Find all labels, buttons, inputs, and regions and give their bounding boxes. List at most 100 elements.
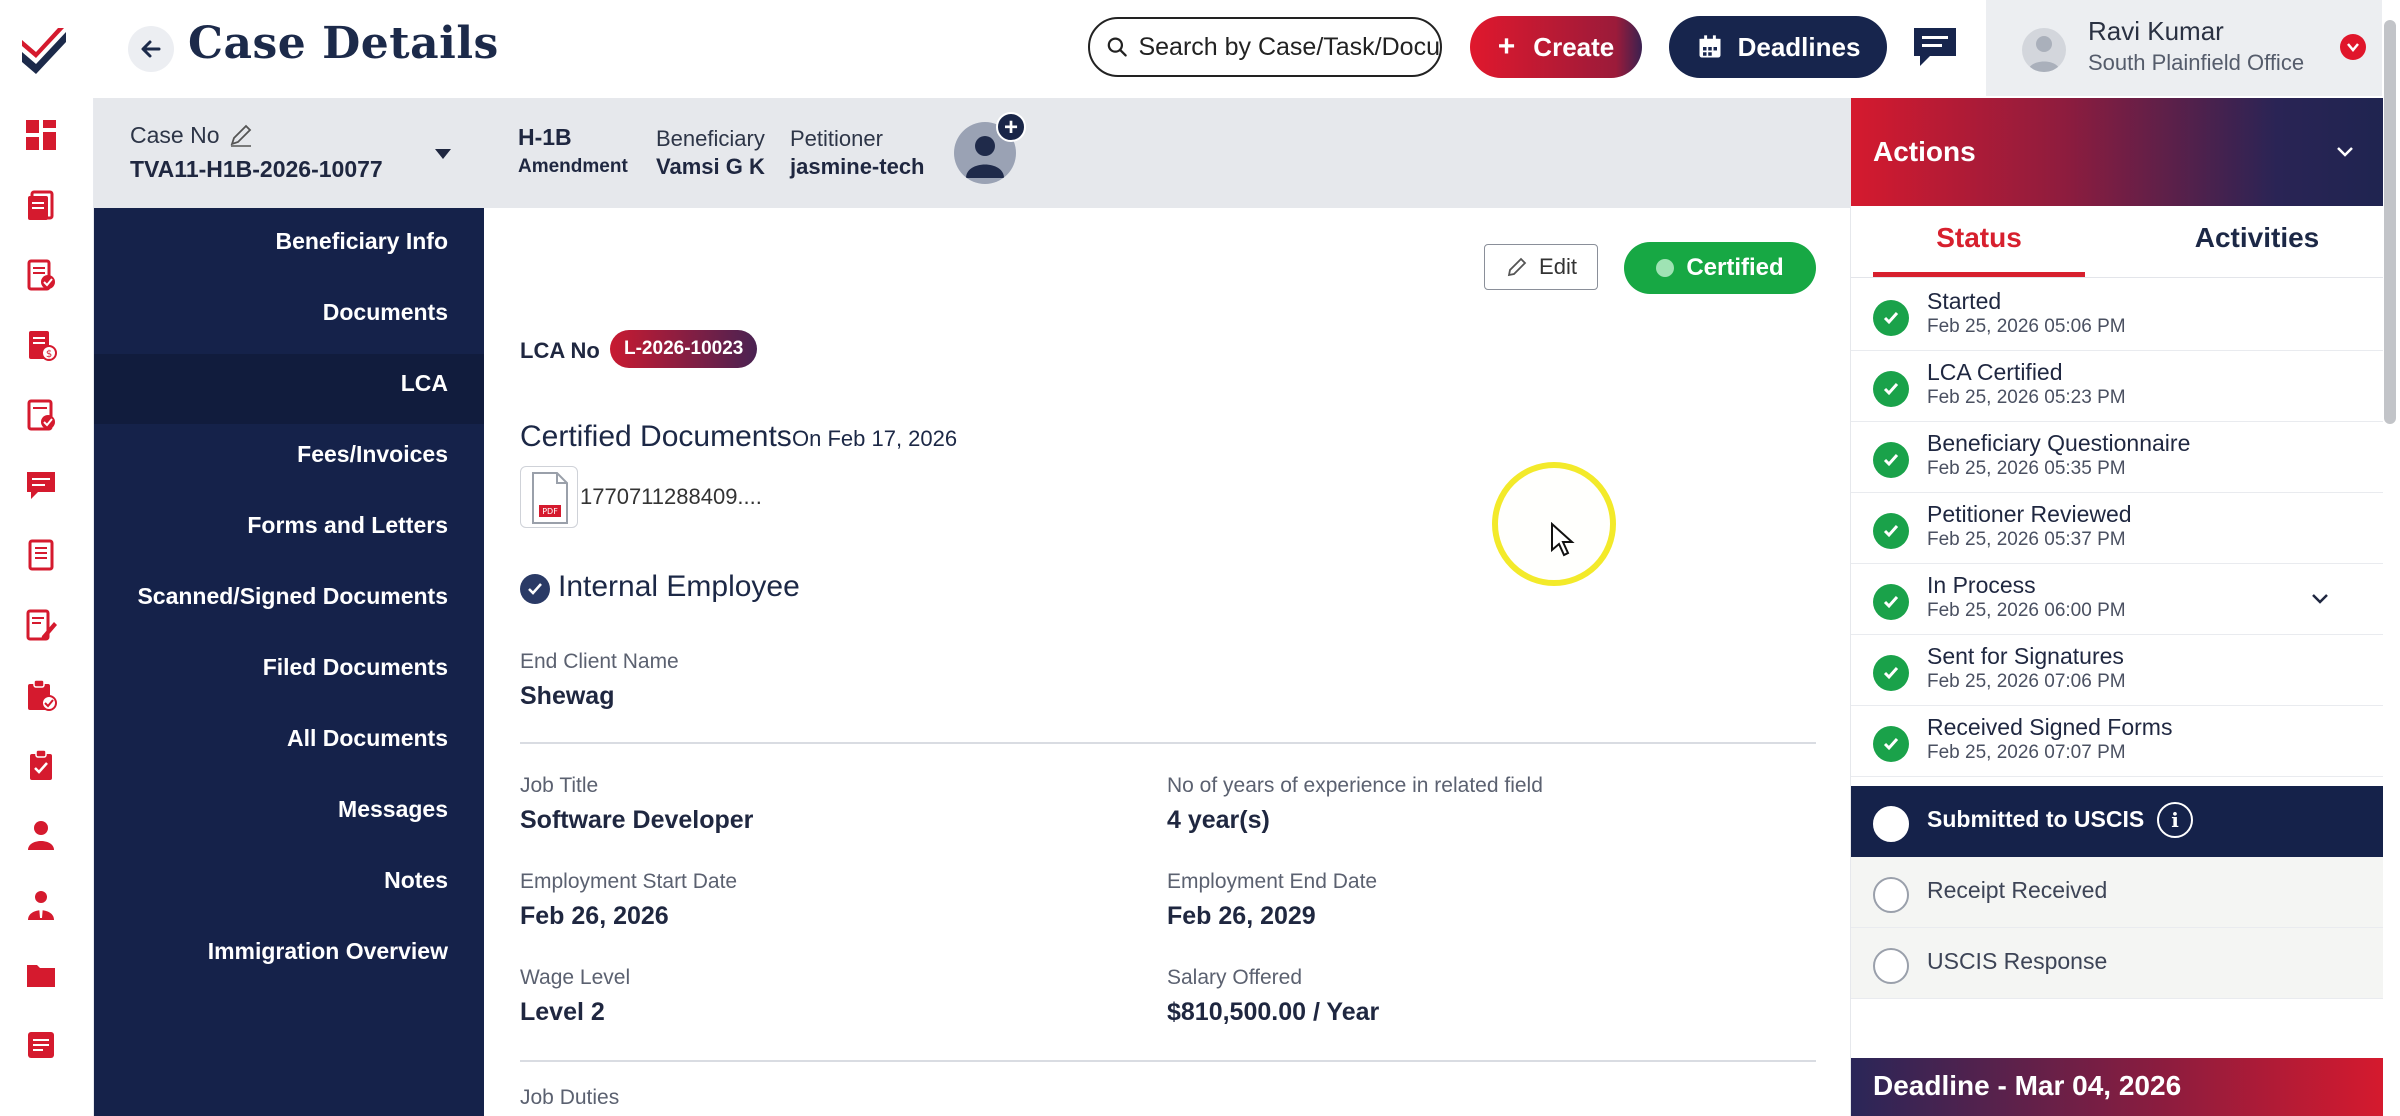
employee-icon[interactable] <box>24 888 58 922</box>
invoice-icon[interactable]: $ <box>24 328 58 362</box>
folder-icon[interactable] <box>24 958 58 992</box>
check-circle-icon <box>1873 442 1909 478</box>
caret-down-icon[interactable] <box>432 142 454 164</box>
actions-header[interactable]: Actions <box>1851 98 2383 206</box>
user-silhouette-icon <box>2028 36 2060 72</box>
add-user-button[interactable]: + <box>996 112 1026 142</box>
back-button[interactable] <box>128 26 174 72</box>
divider <box>520 1060 1816 1062</box>
visa-type: H-1B <box>518 124 572 150</box>
check-circle-icon <box>1873 655 1909 691</box>
check-circle-icon <box>520 574 550 604</box>
page-scrollbar[interactable] <box>2384 20 2396 424</box>
lca-number-chip: L-2026-10023 <box>610 330 758 368</box>
status-step[interactable]: Beneficiary Questionnaire Feb 25, 2026 0… <box>1851 422 2383 493</box>
search-input[interactable]: Search by Case/Task/Docu <box>1088 17 1442 77</box>
create-button[interactable]: + Create <box>1470 16 1642 78</box>
edit-label: Edit <box>1539 254 1577 279</box>
chevron-down-icon[interactable] <box>2331 138 2359 166</box>
status-name: Started <box>1927 288 2002 314</box>
user-icon[interactable] <box>24 818 58 852</box>
tab-activities[interactable]: Activities <box>2151 222 2363 254</box>
empty-circle-icon <box>1873 948 1909 984</box>
edit-form-icon[interactable] <box>24 608 58 642</box>
nav-item-immigration-overview[interactable]: Immigration Overview <box>208 938 448 965</box>
calendar-icon <box>1699 35 1721 58</box>
lca-panel: Edit Certified LCA No L-2026-10023 Certi… <box>484 208 1850 1116</box>
status-name: Submitted to USCIS <box>1927 806 2145 832</box>
empty-circle-icon <box>1873 877 1909 913</box>
search-icon <box>1107 37 1127 57</box>
start-date-value: Feb 26, 2026 <box>520 902 669 930</box>
status-name: USCIS Response <box>1927 948 2108 974</box>
nav-item-messages[interactable]: Messages <box>338 796 448 823</box>
job-duties-label: Job Duties <box>520 1086 620 1109</box>
status-step[interactable]: Petitioner Reviewed Feb 25, 2026 05:37 P… <box>1851 493 2383 564</box>
nav-item-fees-invoices[interactable]: Fees/Invoices <box>297 441 448 468</box>
beneficiary-name: Vamsi G K <box>656 154 765 179</box>
chevron-down-icon[interactable] <box>2307 586 2333 612</box>
tab-status[interactable]: Status <box>1873 222 2085 278</box>
status-date: Feb 25, 2026 07:06 PM <box>1927 671 2126 692</box>
deadline-banner[interactable]: Deadline - Mar 04, 2026 <box>1851 1058 2383 1116</box>
status-name: Received Signed Forms <box>1927 714 2173 740</box>
notes-icon[interactable] <box>24 1028 58 1062</box>
nav-item-forms-letters[interactable]: Forms and Letters <box>247 512 448 539</box>
nav-item-documents[interactable]: Documents <box>323 299 448 326</box>
nav-item-scanned-signed[interactable]: Scanned/Signed Documents <box>137 583 448 610</box>
status-step-pending[interactable]: USCIS Response <box>1851 928 2383 999</box>
petitioner-name: jasmine-tech <box>790 154 925 179</box>
start-date-label: Employment Start Date <box>520 870 738 893</box>
status-step[interactable]: Started Feb 25, 2026 05:06 PM <box>1851 280 2383 351</box>
empty-circle-icon <box>1873 806 1909 842</box>
clipboard-icon[interactable] <box>24 748 58 782</box>
status-name: Beneficiary Questionnaire <box>1927 430 2191 456</box>
deadlines-button[interactable]: Deadlines <box>1669 16 1887 78</box>
job-title-value: Software Developer <box>520 806 754 834</box>
chat-icon[interactable] <box>1910 24 1960 70</box>
experience-label: No of years of experience in related fie… <box>1167 774 1543 797</box>
visa-subtype: Amendment <box>518 156 628 177</box>
messages-icon[interactable] <box>24 468 58 502</box>
arrow-left-icon <box>141 40 161 58</box>
plus-icon: + <box>1497 30 1516 63</box>
document-check-icon[interactable] <box>24 258 58 292</box>
info-icon[interactable]: i <box>2157 802 2193 838</box>
nav-item-beneficiary-info[interactable]: Beneficiary Info <box>275 228 448 255</box>
check-circle-icon <box>1873 300 1909 336</box>
cases-icon[interactable] <box>24 188 58 222</box>
clipboard-check-icon[interactable] <box>24 678 58 712</box>
notebook-icon[interactable] <box>24 538 58 572</box>
task-check-icon[interactable] <box>24 398 58 432</box>
pencil-icon[interactable] <box>228 122 254 148</box>
status-step[interactable]: In Process Feb 25, 2026 06:00 PM <box>1851 564 2383 635</box>
user-office: South Plainfield Office <box>2088 50 2305 75</box>
edit-button[interactable]: Edit <box>1484 244 1598 290</box>
wage-level-value: Level 2 <box>520 998 605 1026</box>
file-name-link[interactable]: 1770711288409.... <box>580 484 762 510</box>
app-logo-icon[interactable] <box>18 22 70 74</box>
nav-item-filed-documents[interactable]: Filed Documents <box>263 654 448 681</box>
page-title: Case Details <box>188 18 499 69</box>
beneficiary-label: Beneficiary <box>656 126 765 151</box>
dashboard-icon[interactable] <box>24 118 58 152</box>
nav-item-all-documents[interactable]: All Documents <box>287 725 448 752</box>
user-menu[interactable]: Ravi Kumar South Plainfield Office <box>1986 0 2382 96</box>
end-date-value: Feb 26, 2029 <box>1167 902 1316 930</box>
icon-sidebar: $ <box>0 98 94 1116</box>
chevron-down-icon[interactable] <box>2340 34 2366 60</box>
nav-item-notes[interactable]: Notes <box>384 867 448 894</box>
status-step[interactable]: LCA Certified Feb 25, 2026 05:23 PM <box>1851 351 2383 422</box>
actions-title: Actions <box>1873 136 1976 167</box>
status-step-current[interactable]: Submitted to USCIS i <box>1851 786 2383 857</box>
pdf-file-icon[interactable]: PDF <box>520 466 578 528</box>
status-step[interactable]: Sent for Signatures Feb 25, 2026 07:06 P… <box>1851 635 2383 706</box>
status-name: Receipt Received <box>1927 877 2108 903</box>
divider <box>520 742 1816 744</box>
section-nav: Beneficiary Info Documents LCA Fees/Invo… <box>94 208 484 1116</box>
salary-value: $810,500.00 / Year <box>1167 998 1380 1026</box>
wage-level-label: Wage Level <box>520 966 631 989</box>
status-step[interactable]: Received Signed Forms Feb 25, 2026 07:07… <box>1851 706 2383 777</box>
nav-item-lca[interactable]: LCA <box>401 370 448 397</box>
status-step-pending[interactable]: Receipt Received <box>1851 857 2383 928</box>
